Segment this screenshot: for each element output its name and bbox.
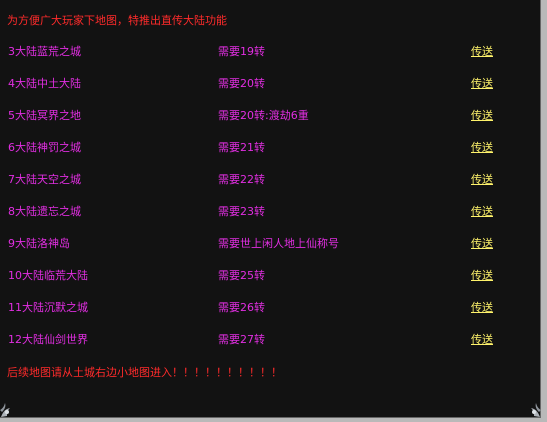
ornament-corner-icon	[531, 403, 541, 417]
destination-requirement: 需要世上闲人地上仙称号	[218, 237, 339, 250]
teleport-link[interactable]: 传送	[471, 236, 493, 252]
destination-row: 4大陆中土大陆 需要20转 传送	[0, 76, 540, 92]
teleport-link[interactable]: 传送	[471, 204, 493, 220]
destination-name: 12大陆仙剑世界	[8, 333, 88, 346]
destination-requirement: 需要25转	[218, 269, 265, 282]
teleport-link[interactable]: 传送	[471, 108, 493, 124]
teleport-link[interactable]: 传送	[471, 44, 493, 60]
destination-requirement: 需要20转:渡劫6重	[218, 109, 309, 122]
destination-row: 12大陆仙剑世界 需要27转 传送	[0, 332, 540, 348]
destination-name: 10大陆临荒大陆	[8, 269, 88, 282]
teleport-link[interactable]: 传送	[471, 300, 493, 316]
destination-requirement: 需要23转	[218, 205, 265, 218]
destination-requirement: 需要20转	[218, 77, 265, 90]
destination-requirement: 需要22转	[218, 173, 265, 186]
destination-name: 8大陆遗忘之城	[8, 205, 81, 218]
destination-name: 7大陆天空之城	[8, 173, 81, 186]
destination-row: 3大陆蓝荒之城 需要19转 传送	[0, 44, 540, 60]
destination-name: 6大陆神罚之城	[8, 141, 81, 154]
destination-requirement: 需要19转	[218, 45, 265, 58]
ornament-corner-icon	[0, 403, 10, 417]
teleport-npc-dialog: 为方便广大玩家下地图，特推出直传大陆功能 3大陆蓝荒之城 需要19转 传送 4大…	[0, 0, 547, 422]
destination-requirement: 需要21转	[218, 141, 265, 154]
destination-row: 7大陆天空之城 需要22转 传送	[0, 172, 540, 188]
teleport-link[interactable]: 传送	[471, 76, 493, 92]
destination-row: 9大陆洛神岛 需要世上闲人地上仙称号 传送	[0, 236, 540, 252]
destination-name: 3大陆蓝荒之城	[8, 45, 81, 58]
destination-requirement: 需要27转	[218, 333, 265, 346]
dialog-header-notice: 为方便广大玩家下地图，特推出直传大陆功能	[7, 14, 227, 27]
destination-row: 6大陆神罚之城 需要21转 传送	[0, 140, 540, 156]
destination-row: 5大陆冥界之地 需要20转:渡劫6重 传送	[0, 108, 540, 124]
destination-row: 10大陆临荒大陆 需要25转 传送	[0, 268, 540, 284]
destination-name: 9大陆洛神岛	[8, 237, 70, 250]
destination-name: 11大陆沉默之城	[8, 301, 88, 314]
destination-requirement: 需要26转	[218, 301, 265, 314]
destination-row: 8大陆遗忘之城 需要23转 传送	[0, 204, 540, 220]
dialog-footer-notice: 后续地图请从土城右边小地图进入！！！！！！！！！！	[7, 366, 282, 379]
destination-row: 11大陆沉默之城 需要26转 传送	[0, 300, 540, 316]
teleport-link[interactable]: 传送	[471, 332, 493, 348]
teleport-link[interactable]: 传送	[471, 172, 493, 188]
teleport-link[interactable]: 传送	[471, 268, 493, 284]
destination-name: 5大陆冥界之地	[8, 109, 81, 122]
destination-name: 4大陆中土大陆	[8, 77, 81, 90]
teleport-link[interactable]: 传送	[471, 140, 493, 156]
